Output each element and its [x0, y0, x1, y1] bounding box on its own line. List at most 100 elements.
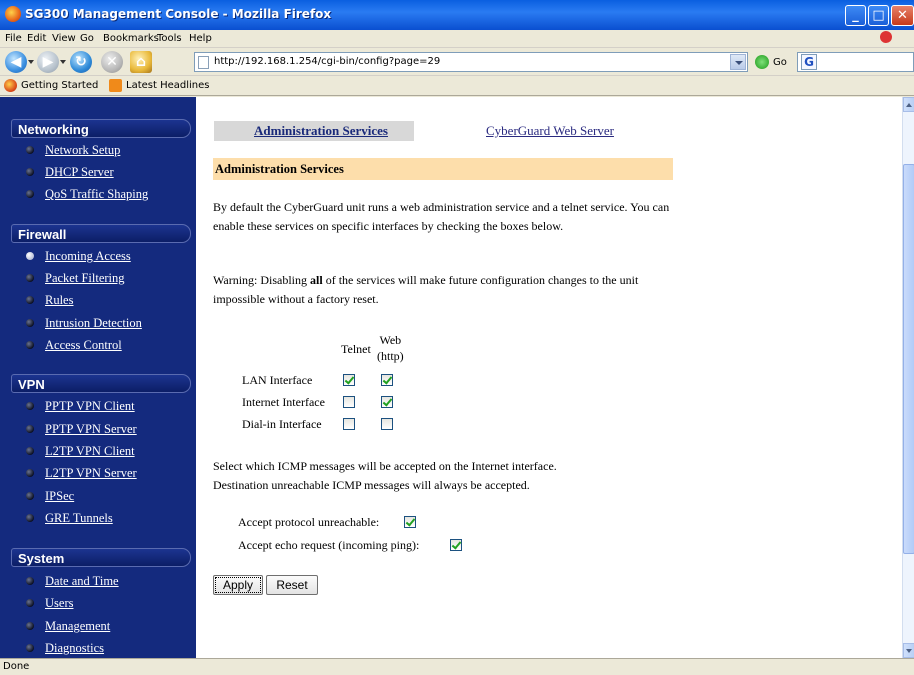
sidebar-item-users[interactable]: Users: [21, 596, 191, 612]
window-title: SG300 Management Console - Mozilla Firef…: [25, 7, 332, 21]
bullet-icon: [26, 190, 34, 198]
sidebar-item-diagnostics[interactable]: Diagnostics: [21, 641, 191, 657]
section-header-networking: Networking: [11, 119, 191, 138]
sidebar-item-rules[interactable]: Rules: [21, 293, 191, 309]
section-header-system: System: [11, 548, 191, 567]
sidebar-item-date-and-time[interactable]: Date and Time: [21, 574, 191, 590]
bullet-icon: [26, 402, 34, 410]
bullet-icon: [26, 622, 34, 630]
sidebar-item-access-control[interactable]: Access Control: [21, 338, 191, 354]
bullet-icon: [26, 146, 34, 154]
url-text[interactable]: http://192.168.1.254/cgi-bin/config?page…: [214, 56, 440, 67]
url-history-dropdown[interactable]: [730, 54, 746, 70]
menu-file[interactable]: File: [5, 33, 22, 44]
forward-button[interactable]: ▶: [37, 51, 59, 73]
go-label: Go: [773, 57, 787, 68]
column-header-telnet: Telnet: [341, 342, 371, 356]
bullet-icon: [26, 425, 34, 433]
menu-help[interactable]: Help: [189, 33, 212, 44]
dialin-web-checkbox[interactable]: [381, 418, 393, 430]
main-panel: Administration Services CyberGuard Web S…: [196, 97, 902, 658]
search-engine-icon[interactable]: G: [801, 54, 817, 70]
title-bar: SG300 Management Console - Mozilla Firef…: [0, 0, 914, 30]
section-header-firewall: Firewall: [11, 224, 191, 243]
sidebar-item-ipsec[interactable]: IPSec: [21, 489, 191, 505]
vertical-scrollbar[interactable]: [902, 97, 914, 658]
bullet-icon: [26, 492, 34, 500]
lan-telnet-checkbox[interactable]: [343, 374, 355, 386]
bullet-icon: [26, 514, 34, 522]
url-bar[interactable]: http://192.168.1.254/cgi-bin/config?page…: [194, 52, 748, 72]
navigation-toolbar: ◀ ▶ ↻ ✕ ⌂ http://192.168.1.254/cgi-bin/c…: [0, 48, 914, 76]
bookmarks-toolbar: Getting Started Latest Headlines: [0, 76, 914, 96]
scroll-down-button[interactable]: [903, 643, 914, 658]
scrollbar-thumb[interactable]: [903, 164, 914, 554]
firefox-bookmark-icon: [4, 79, 17, 92]
bullet-icon: [26, 319, 34, 327]
back-arrow-icon: ◀: [10, 54, 22, 70]
search-input[interactable]: G: [797, 52, 914, 72]
tab-administration-services[interactable]: Administration Services: [214, 121, 414, 141]
maximize-button[interactable]: □: [868, 5, 889, 26]
sidebar-item-network-setup[interactable]: Network Setup: [21, 143, 191, 159]
chevron-down-icon: [735, 61, 743, 65]
close-button[interactable]: ✕: [891, 5, 914, 26]
chevron-up-icon: [906, 103, 912, 107]
sidebar-item-management[interactable]: Management: [21, 619, 191, 635]
accept-protocol-unreachable-label: Accept protocol unreachable:: [238, 515, 380, 529]
sidebar-item-intrusion-detection[interactable]: Intrusion Detection: [21, 316, 191, 332]
dialin-telnet-checkbox[interactable]: [343, 418, 355, 430]
lan-web-checkbox[interactable]: [381, 374, 393, 386]
apply-button[interactable]: Apply: [213, 575, 263, 595]
sidebar-item-qos-traffic-shaping[interactable]: QoS Traffic Shaping: [21, 187, 191, 203]
bullet-icon: [26, 599, 34, 607]
bullet-icon: [26, 644, 34, 652]
sidebar-item-pptp-vpn-server[interactable]: PPTP VPN Server: [21, 422, 191, 438]
section-title: Administration Services: [213, 158, 673, 180]
back-button[interactable]: ◀: [5, 51, 27, 73]
status-bar: Done: [0, 658, 914, 675]
section-header-vpn: VPN: [11, 374, 191, 393]
bullet-icon: [26, 447, 34, 455]
active-bullet-icon: [26, 252, 34, 260]
sidebar-item-gre-tunnels[interactable]: GRE Tunnels: [21, 511, 191, 527]
sidebar-item-l2tp-vpn-client[interactable]: L2TP VPN Client: [21, 444, 191, 460]
bullet-icon: [26, 577, 34, 585]
back-history-dropdown-icon[interactable]: [28, 60, 34, 64]
close-icon: ✕: [897, 8, 908, 23]
tab-cyberguard-web-server[interactable]: CyberGuard Web Server: [486, 121, 706, 141]
accept-protocol-unreachable-checkbox[interactable]: [404, 516, 416, 528]
sidebar-item-pptp-vpn-client[interactable]: PPTP VPN Client: [21, 399, 191, 415]
home-button[interactable]: ⌂: [130, 51, 152, 73]
lan-interface-label: LAN Interface: [242, 373, 313, 387]
page-content: Networking Network Setup DHCP Server QoS…: [0, 97, 914, 658]
sidebar-item-incoming-access[interactable]: Incoming Access: [21, 249, 191, 265]
bullet-icon: [26, 274, 34, 282]
sidebar-item-l2tp-vpn-server[interactable]: L2TP VPN Server: [21, 466, 191, 482]
status-text: Done: [3, 661, 30, 672]
internet-web-checkbox[interactable]: [381, 396, 393, 408]
stop-icon: ✕: [106, 54, 118, 70]
reload-icon: ↻: [75, 54, 87, 70]
scroll-up-button[interactable]: [903, 97, 914, 112]
forward-history-dropdown-icon[interactable]: [60, 60, 66, 64]
menu-bar: File Edit View Go Bookmarks Tools Help: [0, 30, 914, 48]
menu-view[interactable]: View: [52, 33, 76, 44]
menu-go[interactable]: Go: [80, 33, 94, 44]
maximize-icon: □: [872, 8, 885, 23]
internet-telnet-checkbox[interactable]: [343, 396, 355, 408]
reset-button[interactable]: Reset: [266, 575, 318, 595]
icmp-description: Select which ICMP messages will be accep…: [213, 459, 557, 492]
warning-text: Warning: Disabling all of the services w…: [213, 273, 639, 306]
menu-tools[interactable]: Tools: [157, 33, 182, 44]
sidebar-item-packet-filtering[interactable]: Packet Filtering: [21, 271, 191, 287]
menu-bookmarks[interactable]: Bookmarks: [103, 33, 159, 44]
sidebar-item-dhcp-server[interactable]: DHCP Server: [21, 165, 191, 181]
stop-button[interactable]: ✕: [101, 51, 123, 73]
accept-echo-request-checkbox[interactable]: [450, 539, 462, 551]
reload-button[interactable]: ↻: [70, 51, 92, 73]
page-icon: [198, 56, 209, 69]
minimize-button[interactable]: _: [845, 5, 866, 26]
home-icon: ⌂: [135, 54, 147, 70]
menu-edit[interactable]: Edit: [27, 33, 46, 44]
